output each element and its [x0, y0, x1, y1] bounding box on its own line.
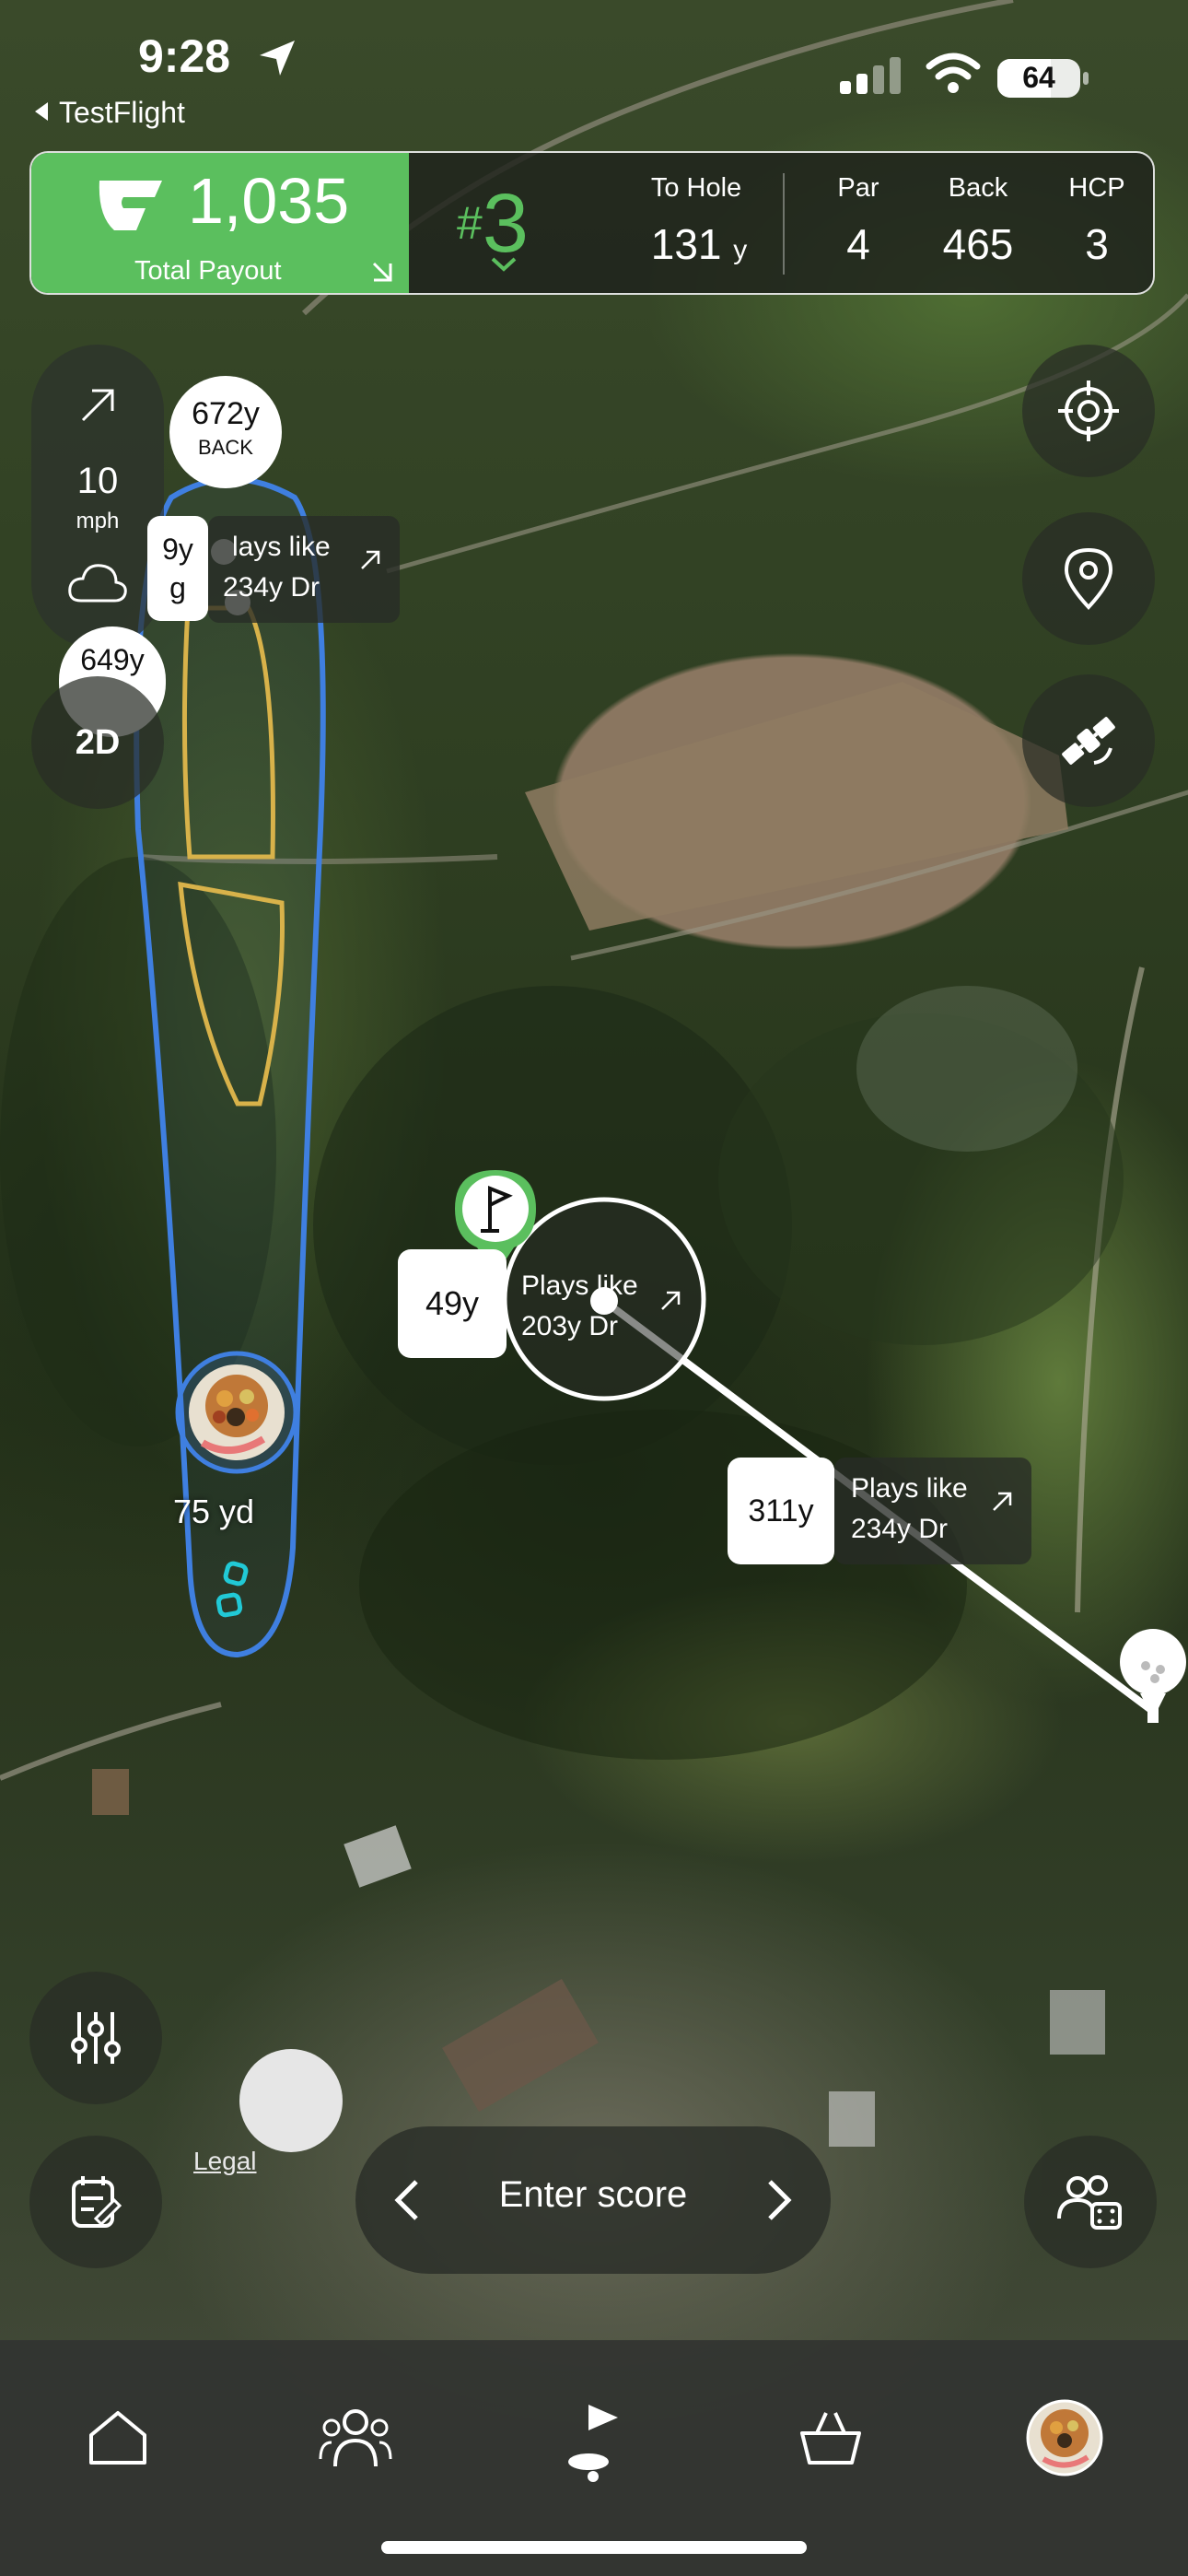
wind-unit: mph: [76, 509, 120, 533]
satellite-view-button[interactable]: [1022, 674, 1155, 807]
target-button[interactable]: [1022, 345, 1155, 477]
back-value: 465: [942, 220, 1014, 268]
crosshair-icon: [1058, 381, 1119, 441]
settings-sliders-button[interactable]: [29, 1972, 162, 2104]
tab-home[interactable]: [72, 2392, 164, 2484]
hole-info-bar: 1,035 Total Payout #3 To Hole 131 y Par …: [29, 151, 1155, 295]
sliders-icon: [71, 2012, 121, 2064]
home-icon: [89, 2411, 146, 2465]
tee-distance-box: 311y: [728, 1458, 834, 1564]
wind-arrow-icon: [361, 550, 380, 569]
players-button[interactable]: [1024, 2136, 1157, 2268]
view-2d-toggle-button[interactable]: 2D: [31, 676, 164, 809]
tab-friends[interactable]: [309, 2392, 402, 2484]
home-indicator: [381, 2541, 807, 2554]
satellite-icon: [1062, 717, 1115, 765]
wind-indicator[interactable]: 10 mph: [31, 345, 164, 649]
partial-plays-like-card[interactable]: lays like 234y Dr: [208, 516, 400, 623]
basket-icon: [800, 2412, 861, 2465]
wind-direction-arrow-icon: [81, 389, 114, 422]
par-value: 4: [846, 220, 870, 268]
golf-ball-tee-marker[interactable]: [1112, 1625, 1188, 1727]
player-avatar-marker[interactable]: [175, 1351, 298, 1474]
cloud-icon: [68, 564, 127, 603]
active-tab-indicator: [588, 2471, 599, 2482]
location-pin-button[interactable]: [1022, 512, 1155, 645]
pin-plays-like[interactable]: Plays like 203y Dr: [521, 1266, 638, 1347]
pin-distance-box: 49y: [398, 1249, 507, 1358]
enter-score-button[interactable]: Enter score: [355, 2174, 831, 2216]
golf-flag-icon: [568, 2405, 618, 2470]
back-arrow-icon: [35, 102, 48, 121]
back-to-app-link[interactable]: TestFlight: [35, 96, 185, 130]
tab-play[interactable]: [547, 2392, 639, 2484]
back-tee-distance-bubble: 672y BACK: [169, 376, 282, 488]
signal-icon: [840, 57, 901, 94]
partial-distance-box: 9y g: [147, 516, 208, 621]
payout-value: 1,035: [188, 165, 350, 237]
chevron-down-icon: [491, 257, 517, 272]
status-time: 9:28: [138, 30, 231, 82]
battery-indicator: 64: [997, 59, 1080, 98]
to-hole-label: To Hole: [650, 173, 742, 203]
hcp-label: HCP: [1068, 173, 1125, 203]
friends-icon: [319, 2409, 392, 2467]
total-payout-card[interactable]: 1,035 Total Payout: [31, 153, 409, 293]
wind-arrow-icon: [661, 1291, 681, 1310]
scorecard-edit-icon: [72, 2176, 122, 2228]
next-hole-chevron-icon[interactable]: [764, 2178, 794, 2222]
player-distance-label: 75 yd: [173, 1493, 255, 1530]
map-pin-icon: [1064, 547, 1113, 610]
enter-score-control: Enter score: [355, 2126, 831, 2274]
tab-bar: [0, 2340, 1188, 2576]
legal-link[interactable]: Legal: [193, 2147, 257, 2176]
tab-profile[interactable]: [1019, 2392, 1111, 2484]
wind-speed: 10: [76, 461, 119, 501]
payout-label: Total Payout: [134, 256, 282, 286]
par-label: Par: [837, 173, 879, 203]
expand-arrow-icon: [372, 262, 392, 282]
app-logo-icon: [99, 181, 162, 230]
tab-shop[interactable]: [785, 2392, 877, 2484]
profile-avatar: [1026, 2399, 1103, 2476]
wifi-icon: [926, 53, 981, 93]
scorecard-button[interactable]: [29, 2136, 162, 2268]
to-hole-value: 131 y: [650, 220, 748, 268]
tee-plays-like-card[interactable]: Plays like 234y Dr: [834, 1458, 1031, 1564]
wind-arrow-icon: [993, 1492, 1012, 1511]
players-dice-icon: [1057, 2175, 1122, 2230]
hcp-value: 3: [1085, 220, 1109, 268]
location-arrow-icon: [260, 41, 295, 76]
back-label: Back: [948, 173, 1008, 203]
